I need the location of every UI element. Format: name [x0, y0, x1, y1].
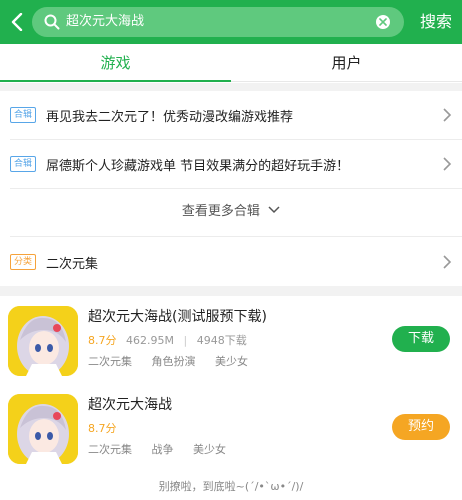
divider	[10, 188, 462, 189]
section-gap	[0, 83, 462, 91]
search-button[interactable]: 搜索	[420, 0, 452, 44]
top-bar: 搜索	[0, 0, 462, 44]
game-size: 462.95M	[126, 334, 174, 347]
collection-row[interactable]: 合辑 再见我去二次元了！优秀动漫改编游戏推荐	[0, 91, 462, 139]
tab-games[interactable]: 游戏	[0, 44, 231, 82]
game-tag: 角色扮演	[151, 355, 196, 368]
game-downloads: 4948下载	[196, 334, 247, 347]
download-button[interactable]: 下载	[392, 326, 450, 352]
game-tag: 二次元集	[88, 443, 132, 456]
reserve-button[interactable]: 预约	[392, 414, 450, 440]
game-score: 8.7分	[88, 334, 117, 347]
game-tags: 二次元集 角色扮演 美少女	[88, 353, 264, 369]
game-meta: 8.7分 462.95M | 4948下载	[88, 334, 247, 347]
collection-title: 屌德斯个人珍藏游戏单 节目效果满分的超好玩手游！	[46, 159, 350, 174]
active-tab-indicator	[0, 80, 231, 82]
search-box[interactable]	[32, 7, 404, 37]
game-title[interactable]: 超次元大海战(测试服预下载)	[88, 306, 267, 326]
search-input[interactable]	[66, 7, 366, 37]
game-score: 8.7分	[88, 422, 117, 435]
category-row[interactable]: 分类 二次元集	[0, 240, 462, 284]
clear-icon[interactable]	[376, 15, 390, 29]
game-list-item: 超次元大海战 8.7分 二次元集 战争 美少女 预约	[0, 384, 462, 470]
chevron-right-icon	[443, 255, 452, 269]
game-tag: 二次元集	[88, 355, 132, 368]
search-icon	[44, 14, 60, 30]
tab-bar: 游戏 用户	[0, 44, 462, 82]
collection-title: 再见我去二次元了！优秀动漫改编游戏推荐	[46, 110, 294, 125]
more-collections-link[interactable]: 查看更多合辑	[0, 200, 462, 228]
collection-row[interactable]: 合辑 屌德斯个人珍藏游戏单 节目效果满分的超好玩手游！	[0, 140, 462, 188]
game-list-item: 超次元大海战(测试服预下载) 8.7分 462.95M | 4948下载 二次元…	[0, 296, 462, 382]
game-tag: 战争	[151, 443, 174, 456]
game-icon[interactable]	[8, 306, 78, 376]
game-tag: 美少女	[215, 355, 248, 368]
chevron-right-icon	[443, 157, 452, 171]
more-collections-label: 查看更多合辑	[181, 204, 260, 219]
tab-users[interactable]: 用户	[231, 44, 462, 82]
divider	[10, 236, 462, 237]
category-title: 二次元集	[46, 257, 99, 272]
end-of-list-text: 别撩啦，到底啦~(ˊ/•ˋω•ˊ/)/	[158, 480, 304, 493]
back-icon[interactable]	[6, 8, 28, 36]
category-tag: 分类	[10, 254, 36, 270]
chevron-right-icon	[443, 108, 452, 122]
collection-tag: 合辑	[10, 107, 36, 123]
game-icon[interactable]	[8, 394, 78, 464]
game-title[interactable]: 超次元大海战	[88, 394, 172, 414]
game-tags: 二次元集 战争 美少女	[88, 441, 242, 457]
chevron-down-icon	[268, 205, 280, 213]
collection-tag: 合辑	[10, 156, 36, 172]
section-gap	[0, 286, 462, 296]
game-meta: 8.7分	[88, 420, 117, 436]
game-tag: 美少女	[193, 443, 226, 456]
